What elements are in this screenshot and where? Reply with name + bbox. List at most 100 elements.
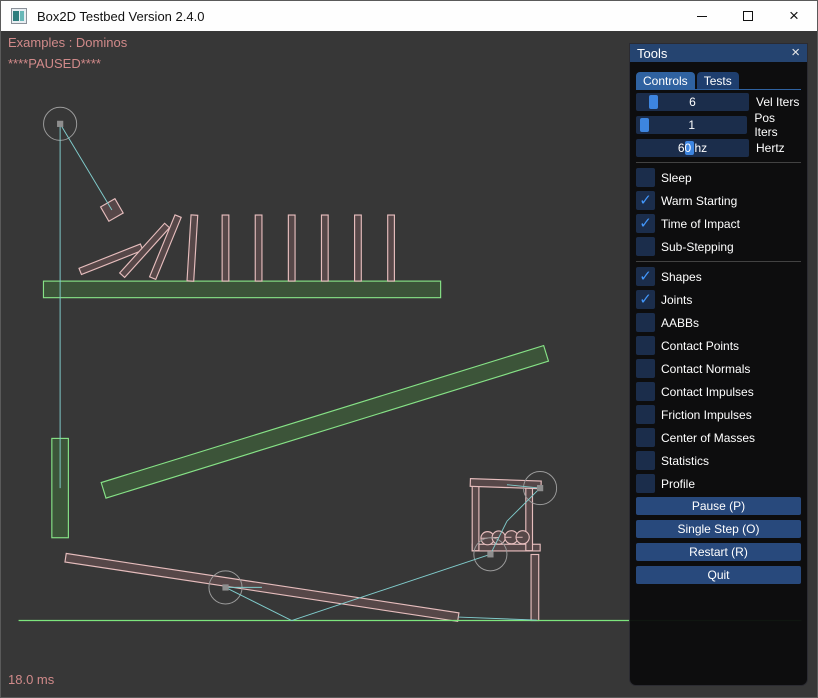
checkmark-icon: ✓ bbox=[639, 290, 652, 309]
check-row-contact-points: Contact Points bbox=[636, 336, 801, 355]
checkbox-contact-impulses[interactable] bbox=[636, 382, 655, 401]
slider-value-vel-iters: 6 bbox=[636, 93, 749, 111]
maximize-icon bbox=[743, 11, 753, 21]
body-domino-6[interactable] bbox=[255, 215, 262, 281]
body-domino-9[interactable] bbox=[355, 215, 362, 281]
check-row-contact-normals: Contact Normals bbox=[636, 359, 801, 378]
checkbox-label-aabbs: AABBs bbox=[661, 316, 699, 330]
checkbox-contact-points[interactable] bbox=[636, 336, 655, 355]
checkbox-warm-starting[interactable]: ✓ bbox=[636, 191, 655, 210]
checkbox-joints[interactable]: ✓ bbox=[636, 290, 655, 309]
frame-time-label: 18.0 ms bbox=[8, 672, 54, 687]
body-angled-shelf bbox=[101, 346, 548, 499]
body-domino-5[interactable] bbox=[222, 215, 229, 281]
checkbox-profile[interactable] bbox=[636, 474, 655, 493]
checkbox-label-friction-impulses: Friction Impulses bbox=[661, 408, 752, 422]
body-domino-10[interactable] bbox=[388, 215, 395, 281]
checkbox-sleep[interactable] bbox=[636, 168, 655, 187]
checkbox-label-sub-stepping: Sub-Stepping bbox=[661, 240, 734, 254]
button-pause-p[interactable]: Pause (P) bbox=[636, 497, 801, 515]
slider-row-pos-iters: 1Pos Iters bbox=[636, 116, 801, 134]
slider-row-hertz: 60 hz Hertz bbox=[636, 139, 801, 157]
tools-panel-title: Tools bbox=[637, 46, 667, 61]
tab-tests[interactable]: Tests bbox=[697, 72, 739, 89]
checkbox-label-contact-normals: Contact Normals bbox=[661, 362, 750, 376]
checkbox-label-shapes: Shapes bbox=[661, 270, 702, 284]
check-row-contact-impulses: Contact Impulses bbox=[636, 382, 801, 401]
paused-label: ****PAUSED**** bbox=[8, 56, 101, 71]
joint-line-9 bbox=[458, 617, 536, 620]
tab-controls[interactable]: Controls bbox=[636, 72, 695, 89]
tools-panel: Tools × ControlsTests 6 Vel Iters 1Pos Ite… bbox=[629, 43, 808, 686]
checkbox-label-warm-starting: Warm Starting bbox=[661, 194, 737, 208]
checkbox-label-joints: Joints bbox=[661, 293, 692, 307]
check-row-joints: ✓ Joints bbox=[636, 290, 801, 309]
slider-label-vel-iters: Vel Iters bbox=[756, 95, 799, 109]
app-icon bbox=[11, 8, 27, 24]
checkbox-label-profile: Profile bbox=[661, 477, 695, 491]
close-icon: × bbox=[789, 11, 799, 21]
separator bbox=[636, 261, 801, 262]
checkmark-icon: ✓ bbox=[639, 267, 652, 286]
button-single-step-o[interactable]: Single Step (O) bbox=[636, 520, 801, 538]
panel-buttons: Pause (P) Single Step (O) Restart (R) Quit bbox=[636, 497, 801, 584]
check-row-center-of-masses: Center of Masses bbox=[636, 428, 801, 447]
slider-track-hertz[interactable]: 60 hz bbox=[636, 139, 749, 157]
checkbox-groups: Sleep ✓ Warm Starting ✓ Time of Impact Sub-St… bbox=[636, 162, 801, 493]
button-quit[interactable]: Quit bbox=[636, 566, 801, 584]
body-domino-4[interactable] bbox=[187, 215, 198, 281]
slider-value-hertz: 60 hz bbox=[636, 139, 749, 157]
checkbox-label-contact-points: Contact Points bbox=[661, 339, 739, 353]
example-label: Examples : Dominos bbox=[8, 35, 127, 50]
window-title: Box2D Testbed Version 2.4.0 bbox=[37, 9, 204, 24]
slider-track-vel-iters[interactable]: 6 bbox=[636, 93, 749, 111]
checkmark-icon: ✓ bbox=[639, 191, 652, 210]
minimize-icon bbox=[697, 16, 707, 17]
joint-line-7 bbox=[507, 488, 540, 521]
maximize-button[interactable] bbox=[725, 1, 771, 31]
check-row-time-of-impact: ✓ Time of Impact bbox=[636, 214, 801, 233]
slider-value-pos-iters: 1 bbox=[636, 116, 747, 134]
slider-label-hertz: Hertz bbox=[756, 141, 785, 155]
checkbox-sub-stepping[interactable] bbox=[636, 237, 655, 256]
checkbox-shapes[interactable]: ✓ bbox=[636, 267, 655, 286]
tools-panel-titlebar[interactable]: Tools × bbox=[630, 44, 807, 62]
slider-group: 6 Vel Iters 1Pos Iters 60 hz Hertz bbox=[636, 93, 801, 157]
checkbox-friction-impulses[interactable] bbox=[636, 405, 655, 424]
joint-anchor-marker-4 bbox=[537, 485, 543, 491]
slider-row-vel-iters: 6 Vel Iters bbox=[636, 93, 801, 111]
checkbox-label-statistics: Statistics bbox=[661, 454, 709, 468]
minimize-button[interactable] bbox=[679, 1, 725, 31]
body-dominos-shelf bbox=[43, 281, 440, 298]
joint-line-2 bbox=[60, 124, 112, 210]
window-titlebar[interactable]: Box2D Testbed Version 2.4.0 × bbox=[1, 1, 817, 31]
close-button[interactable]: × bbox=[771, 1, 817, 31]
body-cradle-left-post[interactable] bbox=[472, 484, 479, 551]
checkbox-label-time-of-impact: Time of Impact bbox=[661, 217, 740, 231]
checkbox-statistics[interactable] bbox=[636, 451, 655, 470]
slider-track-pos-iters[interactable]: 1 bbox=[636, 116, 747, 134]
tab-bar: ControlsTests bbox=[636, 72, 801, 90]
joint-anchor-marker-2 bbox=[222, 584, 228, 590]
check-row-friction-impulses: Friction Impulses bbox=[636, 405, 801, 424]
checkbox-center-of-masses[interactable] bbox=[636, 428, 655, 447]
check-row-profile: Profile bbox=[636, 474, 801, 493]
body-domino-8[interactable] bbox=[321, 215, 328, 281]
check-row-warm-starting: ✓ Warm Starting bbox=[636, 191, 801, 210]
button-restart-r[interactable]: Restart (R) bbox=[636, 543, 801, 561]
body-ground-post[interactable] bbox=[531, 554, 539, 620]
check-row-statistics: Statistics bbox=[636, 451, 801, 470]
panel-close-icon[interactable]: × bbox=[791, 47, 800, 59]
check-row-sleep: Sleep bbox=[636, 168, 801, 187]
checkbox-label-sleep: Sleep bbox=[661, 171, 692, 185]
check-row-aabbs: AABBs bbox=[636, 313, 801, 332]
body-domino-7[interactable] bbox=[288, 215, 295, 281]
checkbox-contact-normals[interactable] bbox=[636, 359, 655, 378]
joint-anchor-marker-1 bbox=[57, 121, 63, 127]
checkbox-aabbs[interactable] bbox=[636, 313, 655, 332]
joint-anchor-marker-3 bbox=[487, 551, 493, 557]
app-window: Box2D Testbed Version 2.4.0 × Examples :… bbox=[0, 0, 818, 698]
checkbox-label-contact-impulses: Contact Impulses bbox=[661, 385, 754, 399]
checkmark-icon: ✓ bbox=[639, 214, 652, 233]
checkbox-time-of-impact[interactable]: ✓ bbox=[636, 214, 655, 233]
